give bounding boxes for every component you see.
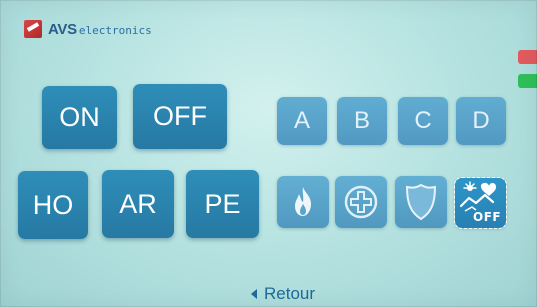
climate-off-icon: OFF (455, 178, 506, 228)
zone-c-button[interactable]: C (398, 97, 448, 145)
brand-logo: AVS electronics (24, 20, 152, 38)
shield-icon (404, 182, 438, 222)
screen-bezel (0, 0, 537, 307)
climate-off-button[interactable]: OFF (454, 177, 507, 229)
alarm-panel-screen: AVS electronics ON OFF HO AR PE A B C D (0, 0, 537, 307)
pe-button[interactable]: PE (186, 170, 259, 238)
climate-off-label: OFF (473, 210, 502, 224)
brand-name-sub: electronics (78, 23, 152, 37)
on-button[interactable]: ON (42, 86, 117, 149)
zone-b-button[interactable]: B (337, 97, 387, 145)
medical-cross-icon (343, 184, 379, 220)
zone-d-button[interactable]: D (456, 97, 506, 145)
ar-button-label: AR (119, 188, 157, 219)
brand-text: AVS electronics (48, 21, 152, 38)
fire-button[interactable] (277, 176, 329, 228)
on-button-label: ON (59, 102, 100, 132)
back-button[interactable]: Retour (251, 284, 315, 304)
zone-d-label: D (472, 107, 490, 134)
flame-icon (289, 185, 317, 219)
off-button[interactable]: OFF (133, 84, 227, 149)
off-button-label: OFF (153, 101, 207, 131)
zone-a-button[interactable]: A (277, 97, 327, 145)
brand-name-main: AVS (48, 20, 77, 38)
back-arrow-icon (251, 289, 257, 299)
alarm-status-indicator (518, 50, 537, 64)
ho-button-label: HO (32, 189, 74, 220)
medical-button[interactable] (335, 176, 387, 228)
avs-logo-icon (24, 20, 42, 38)
zone-a-label: A (293, 107, 310, 134)
ho-button[interactable]: HO (18, 171, 88, 239)
ar-button[interactable]: AR (102, 170, 174, 238)
zone-c-label: C (414, 107, 432, 134)
zone-b-label: B (353, 107, 370, 134)
ok-status-indicator (518, 74, 537, 88)
back-button-label: Retour (264, 284, 316, 303)
pe-button-label: PE (204, 188, 241, 219)
shield-button[interactable] (395, 176, 447, 228)
